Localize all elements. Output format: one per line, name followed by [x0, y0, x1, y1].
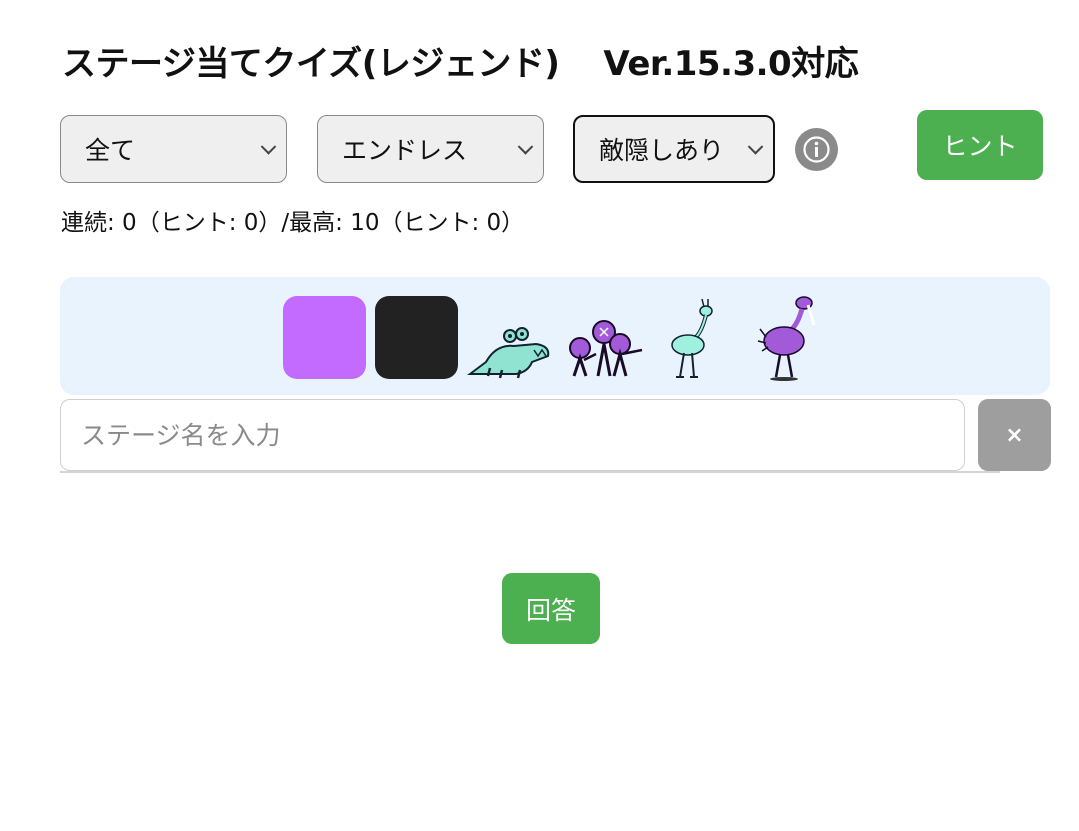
streak-stats: 連続: 0（ヒント: 0）/最高: 10（ヒント: 0） — [61, 210, 525, 236]
purple-swatch — [283, 296, 366, 379]
stage-name-input[interactable] — [60, 399, 965, 471]
chevron-down-icon — [747, 139, 764, 155]
answer-button[interactable]: 回答 — [502, 573, 600, 644]
purple-ostrich-enemy-icon — [757, 296, 816, 381]
clear-button[interactable]: × — [978, 399, 1051, 471]
mode-select-value: エンドレス — [342, 136, 468, 165]
black-swatch — [375, 296, 458, 379]
category-select-value: 全て — [85, 136, 136, 165]
enemy-select-value: 敵隠しあり — [599, 136, 725, 165]
purple-group-enemy-icon — [569, 320, 643, 377]
chevron-down-icon — [517, 139, 534, 155]
chevron-down-icon — [260, 139, 277, 155]
version-text: Ver.15.3.0対応 — [603, 44, 859, 84]
quiz-page: ステージ当てクイズ(レジェンド) Ver.15.3.0対応 全て エンドレス 敵隠… — [0, 0, 1079, 831]
teal-ostrich-enemy-icon — [671, 298, 713, 378]
mode-select[interactable]: エンドレス — [317, 115, 544, 183]
hint-button[interactable]: ヒント — [917, 110, 1043, 180]
info-icon[interactable] — [795, 128, 838, 171]
crocodile-enemy-icon — [467, 327, 550, 379]
title-text: ステージ当てクイズ(レジェンド) — [62, 44, 560, 84]
page-title: ステージ当てクイズ(レジェンド) Ver.15.3.0対応 — [62, 36, 859, 85]
enemy-visibility-select[interactable]: 敵隠しあり — [573, 115, 775, 183]
input-underline — [60, 471, 1000, 473]
category-select[interactable]: 全て — [60, 115, 287, 183]
enemy-icon-panel — [60, 277, 1050, 395]
